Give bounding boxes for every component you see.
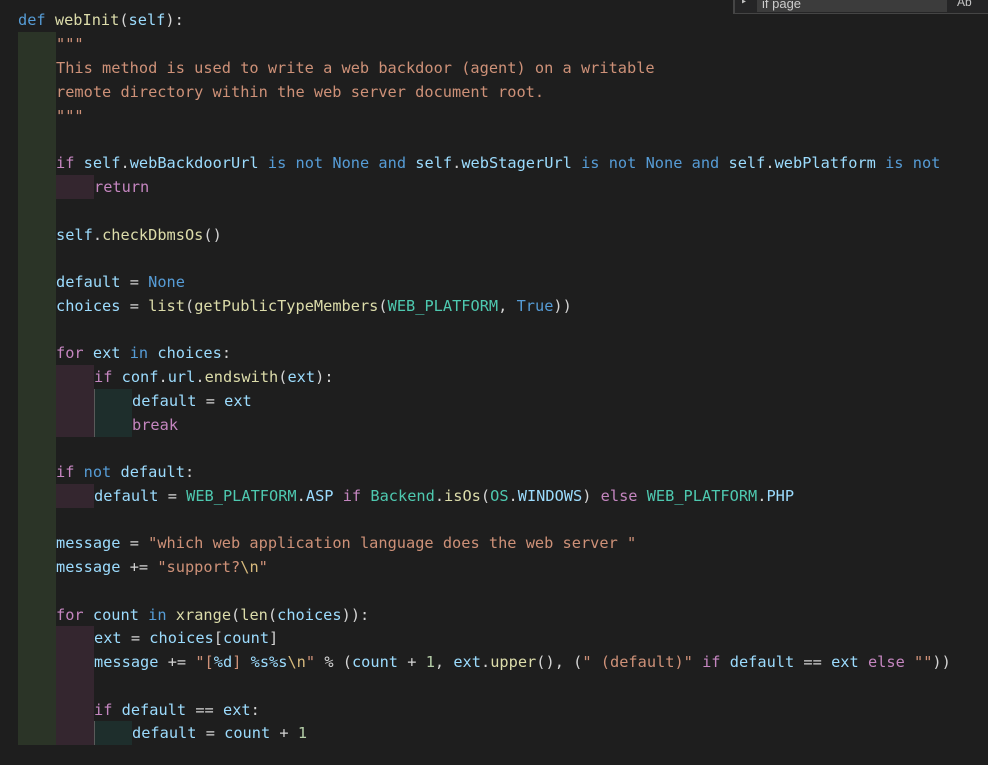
indent-guide — [18, 555, 56, 579]
code-line-text: if default == ext: — [94, 701, 260, 719]
indent-guide — [18, 579, 56, 603]
indent-guide — [18, 698, 56, 722]
indent-guide — [18, 389, 56, 413]
indent-guide — [18, 199, 56, 223]
code-line-text: if not default: — [56, 463, 195, 481]
indent-guide — [56, 413, 94, 437]
indent-guide — [18, 484, 56, 508]
code-line-text: if conf.url.endswith(ext): — [94, 368, 334, 386]
indent-guide — [18, 650, 56, 674]
indent-guide — [18, 128, 56, 152]
indent-guide — [18, 721, 56, 745]
code-line-text: This method is used to write a web backd… — [56, 59, 655, 77]
code-line-text: for ext in choices: — [56, 344, 232, 362]
indent-guide — [56, 698, 94, 722]
chevron-right-icon[interactable]: ▸ — [741, 0, 747, 7]
code-line-text: def webInit(self): — [18, 11, 184, 29]
code-line-text: default = count + 1 — [132, 724, 308, 742]
code-line-text: if self.webBackdoorUrl is not None and s… — [56, 154, 941, 172]
indent-guide — [18, 674, 56, 698]
code-line-text: remote directory within the web server d… — [56, 83, 545, 101]
indent-guide — [18, 603, 56, 627]
indent-guide — [18, 223, 56, 247]
indent-guide — [56, 365, 94, 389]
indent-guide — [18, 531, 56, 555]
indent-guide — [56, 650, 94, 674]
indent-guide — [56, 484, 94, 508]
indent-guide — [18, 32, 56, 56]
code-line-text: message += "[%d] %s%s\n" % (count + 1, e… — [94, 653, 951, 671]
code-line-text: default = WEB_PLATFORM.ASP if Backend.is… — [94, 487, 795, 505]
code-line-text: """ — [56, 35, 84, 53]
indent-guide — [18, 508, 56, 532]
indent-guide — [94, 721, 132, 745]
indent-guide — [18, 437, 56, 461]
indent-guide — [94, 389, 132, 413]
code-line-text: ext = choices[count] — [94, 629, 279, 647]
match-case-toggle[interactable]: Ab — [957, 0, 972, 9]
indent-guide — [18, 626, 56, 650]
indent-guide — [56, 674, 94, 698]
indent-guide — [18, 341, 56, 365]
code-line-text: default = None — [56, 273, 185, 291]
indent-guide — [18, 294, 56, 318]
code-line-text: break — [132, 416, 179, 434]
indent-guide — [56, 175, 94, 199]
code-line-text: choices = list(getPublicTypeMembers(WEB_… — [56, 297, 572, 315]
code-line-text: """ — [56, 107, 84, 125]
code-line-text: default = ext — [132, 392, 252, 410]
indent-guide — [56, 626, 94, 650]
indent-guide — [18, 270, 56, 294]
indent-guide — [56, 721, 94, 745]
indent-guide — [18, 56, 56, 80]
indent-guide — [18, 365, 56, 389]
code-line-text: for count in xrange(len(choices)): — [56, 606, 370, 624]
code-editor[interactable]: def webInit(self): """ This method is used… — [0, 0, 988, 765]
indent-guide — [18, 151, 56, 175]
find-input[interactable] — [757, 0, 947, 12]
code-line-text: return — [94, 178, 150, 196]
find-widget[interactable]: ▸ Ab — [733, 0, 988, 14]
indent-guide — [56, 389, 94, 413]
indent-guide — [18, 460, 56, 484]
indent-guide — [18, 104, 56, 128]
code-line-text: self.checkDbmsOs() — [56, 226, 222, 244]
code-line-text: message += "support?\n" — [56, 558, 268, 576]
indent-guide — [18, 80, 56, 104]
indent-guide — [18, 247, 56, 271]
code-line-text: message = "which web application languag… — [56, 534, 637, 552]
indent-guide — [18, 413, 56, 437]
indent-guide — [18, 318, 56, 342]
indent-guide — [18, 175, 56, 199]
indent-guide — [94, 413, 132, 437]
